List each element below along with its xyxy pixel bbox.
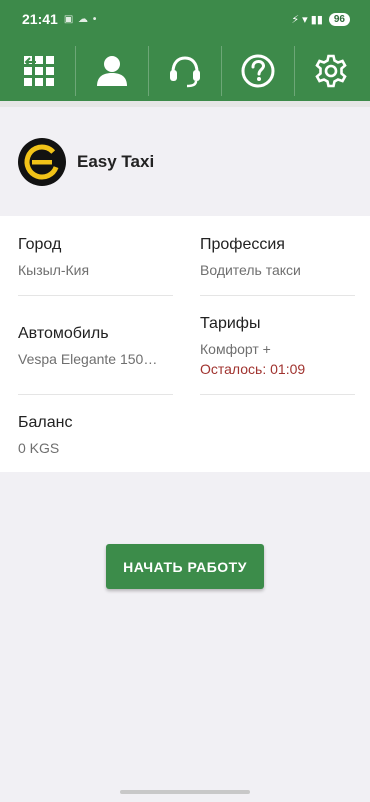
person-icon	[96, 56, 127, 86]
tariffs-field[interactable]: Тарифы Комфорт + Осталось: 01:09	[200, 315, 360, 377]
nav-separator	[74, 46, 76, 96]
tariffs-value: Комфорт +	[200, 341, 271, 357]
headset-icon	[169, 56, 200, 88]
city-field: Город Кызыл-Кия	[18, 236, 178, 278]
top-bar: 21:41 ▣ ☁ • ⚡ ▾ ▮▮ 96	[0, 0, 370, 106]
divider	[18, 295, 173, 296]
profile-button[interactable]	[83, 42, 141, 100]
support-button[interactable]	[156, 42, 214, 100]
balance-value: 0 KGS	[18, 440, 60, 456]
status-time: 21:41	[22, 11, 58, 27]
balance-label: Баланс	[18, 414, 73, 431]
home-indicator[interactable]	[120, 790, 250, 794]
divider	[200, 295, 355, 296]
status-notification-icons: ▣ ☁ •	[63, 13, 98, 25]
company-name: Easy Taxi	[77, 152, 155, 171]
settings-button[interactable]	[302, 42, 360, 100]
tariffs-remaining: Осталось: 01:09	[200, 361, 306, 377]
tariffs-label: Тарифы	[200, 315, 261, 332]
driver-info-card: Город Кызыл-Кия Профессия Водитель такси…	[0, 216, 370, 472]
start-work-button[interactable]: НАЧАТЬ РАБОТУ	[106, 544, 264, 589]
divider	[200, 394, 355, 395]
main-toolbar	[0, 40, 370, 102]
grid-icon	[23, 56, 54, 86]
menu-button[interactable]	[10, 42, 68, 100]
city-label: Город	[18, 236, 62, 253]
status-left: 21:41 ▣ ☁ •	[22, 11, 97, 27]
gear-icon	[315, 54, 348, 88]
divider	[18, 394, 173, 395]
status-bar: 21:41 ▣ ☁ • ⚡ ▾ ▮▮ 96	[0, 0, 370, 38]
car-label: Автомобиль	[18, 325, 109, 342]
question-icon	[241, 54, 275, 88]
nav-separator	[221, 46, 223, 96]
easy-taxi-logo-icon	[24, 144, 60, 180]
balance-field: Баланс 0 KGS	[18, 414, 178, 456]
help-button[interactable]	[229, 42, 287, 100]
nav-separator	[147, 46, 149, 96]
city-value: Кызыл-Кия	[18, 262, 90, 278]
nav-separator	[294, 46, 296, 96]
company-logo	[18, 138, 66, 186]
profession-label: Профессия	[200, 236, 285, 253]
car-value: Vespa Elegante 150…	[18, 351, 158, 367]
profession-field: Профессия Водитель такси	[200, 236, 360, 278]
battery-indicator: 96	[328, 12, 350, 26]
profession-value: Водитель такси	[200, 262, 301, 278]
signal-icons: ⚡ ▾ ▮▮	[291, 13, 323, 26]
status-right: ⚡ ▾ ▮▮ 96	[291, 12, 350, 26]
car-field[interactable]: Автомобиль Vespa Elegante 150…	[18, 325, 173, 367]
